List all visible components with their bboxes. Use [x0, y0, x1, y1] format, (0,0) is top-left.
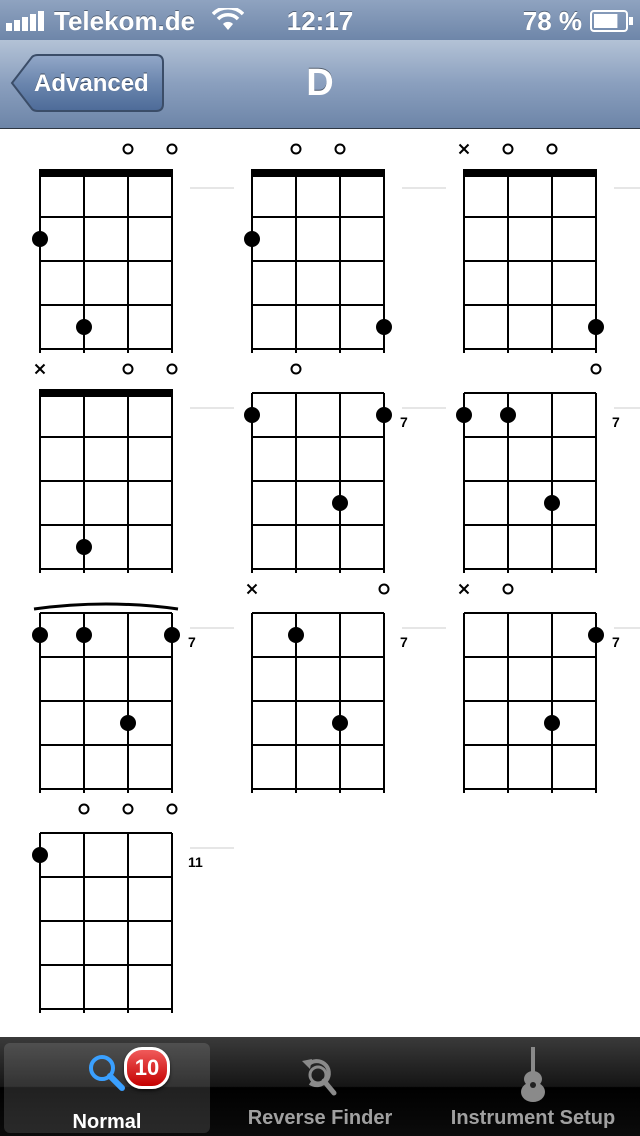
open-string-marker — [290, 143, 302, 155]
finger-dot — [32, 627, 48, 643]
finger-dot — [332, 715, 348, 731]
chord-diagram — [32, 143, 234, 353]
finger-dot — [376, 407, 392, 423]
tab-label-instrument-setup: Instrument Setup — [450, 1107, 616, 1129]
chord-diagram — [458, 143, 640, 353]
finger-dot — [244, 407, 260, 423]
open-string-marker — [502, 583, 514, 595]
finger-dot — [376, 319, 392, 335]
open-string-marker — [290, 363, 302, 375]
chord-list: 7 7 7 7 7 11 — [0, 129, 640, 1037]
open-string-marker — [122, 803, 134, 815]
fret-number-label: 7 — [612, 414, 620, 430]
finger-dot — [120, 715, 136, 731]
battery-percent: 78 % — [522, 6, 582, 36]
tab-instrument-setup[interactable]: Instrument Setup — [430, 1037, 636, 1136]
finger-dot — [544, 715, 560, 731]
open-string-marker — [122, 143, 134, 155]
chord-diagram: 7 — [244, 363, 446, 573]
finger-dot — [76, 539, 92, 555]
fret-number-label: 11 — [188, 854, 203, 870]
barre-arc — [33, 602, 179, 611]
nut — [251, 169, 385, 177]
chord-diagram: 7 — [456, 363, 640, 573]
open-string-marker — [546, 143, 558, 155]
guitar-icon — [521, 1047, 545, 1102]
finger-dot — [288, 627, 304, 643]
muted-string-marker — [34, 363, 46, 375]
tab-normal[interactable]: 10 Normal — [4, 1043, 210, 1133]
finger-dot — [456, 407, 472, 423]
finger-dot — [544, 495, 560, 511]
finger-dot — [76, 319, 92, 335]
open-string-marker — [502, 143, 514, 155]
tab-label-reverse-finder: Reverse Finder — [247, 1107, 393, 1129]
tab-reverse-finder[interactable]: Reverse Finder — [214, 1037, 426, 1136]
finger-dot — [588, 319, 604, 335]
chord-diagrams: 7 7 7 7 7 11 — [32, 143, 640, 1013]
chord-diagram: 11 — [32, 803, 234, 1013]
tab-bar: 10 Normal Reverse Finder Instrument Setu… — [0, 1037, 640, 1136]
chord-diagram: 7 — [246, 583, 446, 793]
open-string-marker — [378, 583, 390, 595]
nut — [39, 389, 173, 397]
notification-badge: 10 — [124, 1047, 170, 1089]
finger-dot — [32, 231, 48, 247]
open-string-marker — [166, 143, 178, 155]
finger-dot — [76, 627, 92, 643]
open-string-marker — [166, 363, 178, 375]
status-bar: Telekom.de 12:17 78 % — [0, 0, 640, 40]
fret-number-label: 7 — [612, 634, 620, 650]
finger-dot — [164, 627, 180, 643]
open-string-marker — [334, 143, 346, 155]
nut — [39, 169, 173, 177]
finger-dot — [500, 407, 516, 423]
finger-dot — [332, 495, 348, 511]
fret-number-label: 7 — [400, 414, 408, 430]
chord-diagram — [34, 363, 234, 573]
fret-number-label: 7 — [400, 634, 408, 650]
open-string-marker — [122, 363, 134, 375]
finger-dot — [244, 231, 260, 247]
muted-string-marker — [458, 583, 470, 595]
open-string-marker — [166, 803, 178, 815]
tab-label-normal: Normal — [72, 1111, 142, 1133]
finger-dot — [588, 627, 604, 643]
fret-number-label: 7 — [188, 634, 196, 650]
muted-string-marker — [458, 143, 470, 155]
open-string-marker — [78, 803, 90, 815]
chord-diagram: 7 — [458, 583, 640, 793]
battery-icon — [590, 10, 633, 32]
open-string-marker — [590, 363, 602, 375]
nut — [463, 169, 597, 177]
chord-diagram: 7 — [32, 602, 234, 793]
page-title: D — [306, 62, 334, 104]
muted-string-marker — [246, 583, 258, 595]
finger-dot — [32, 847, 48, 863]
chord-diagram — [244, 143, 446, 353]
search-icon — [89, 1055, 125, 1091]
reverse-search-icon — [302, 1059, 337, 1096]
